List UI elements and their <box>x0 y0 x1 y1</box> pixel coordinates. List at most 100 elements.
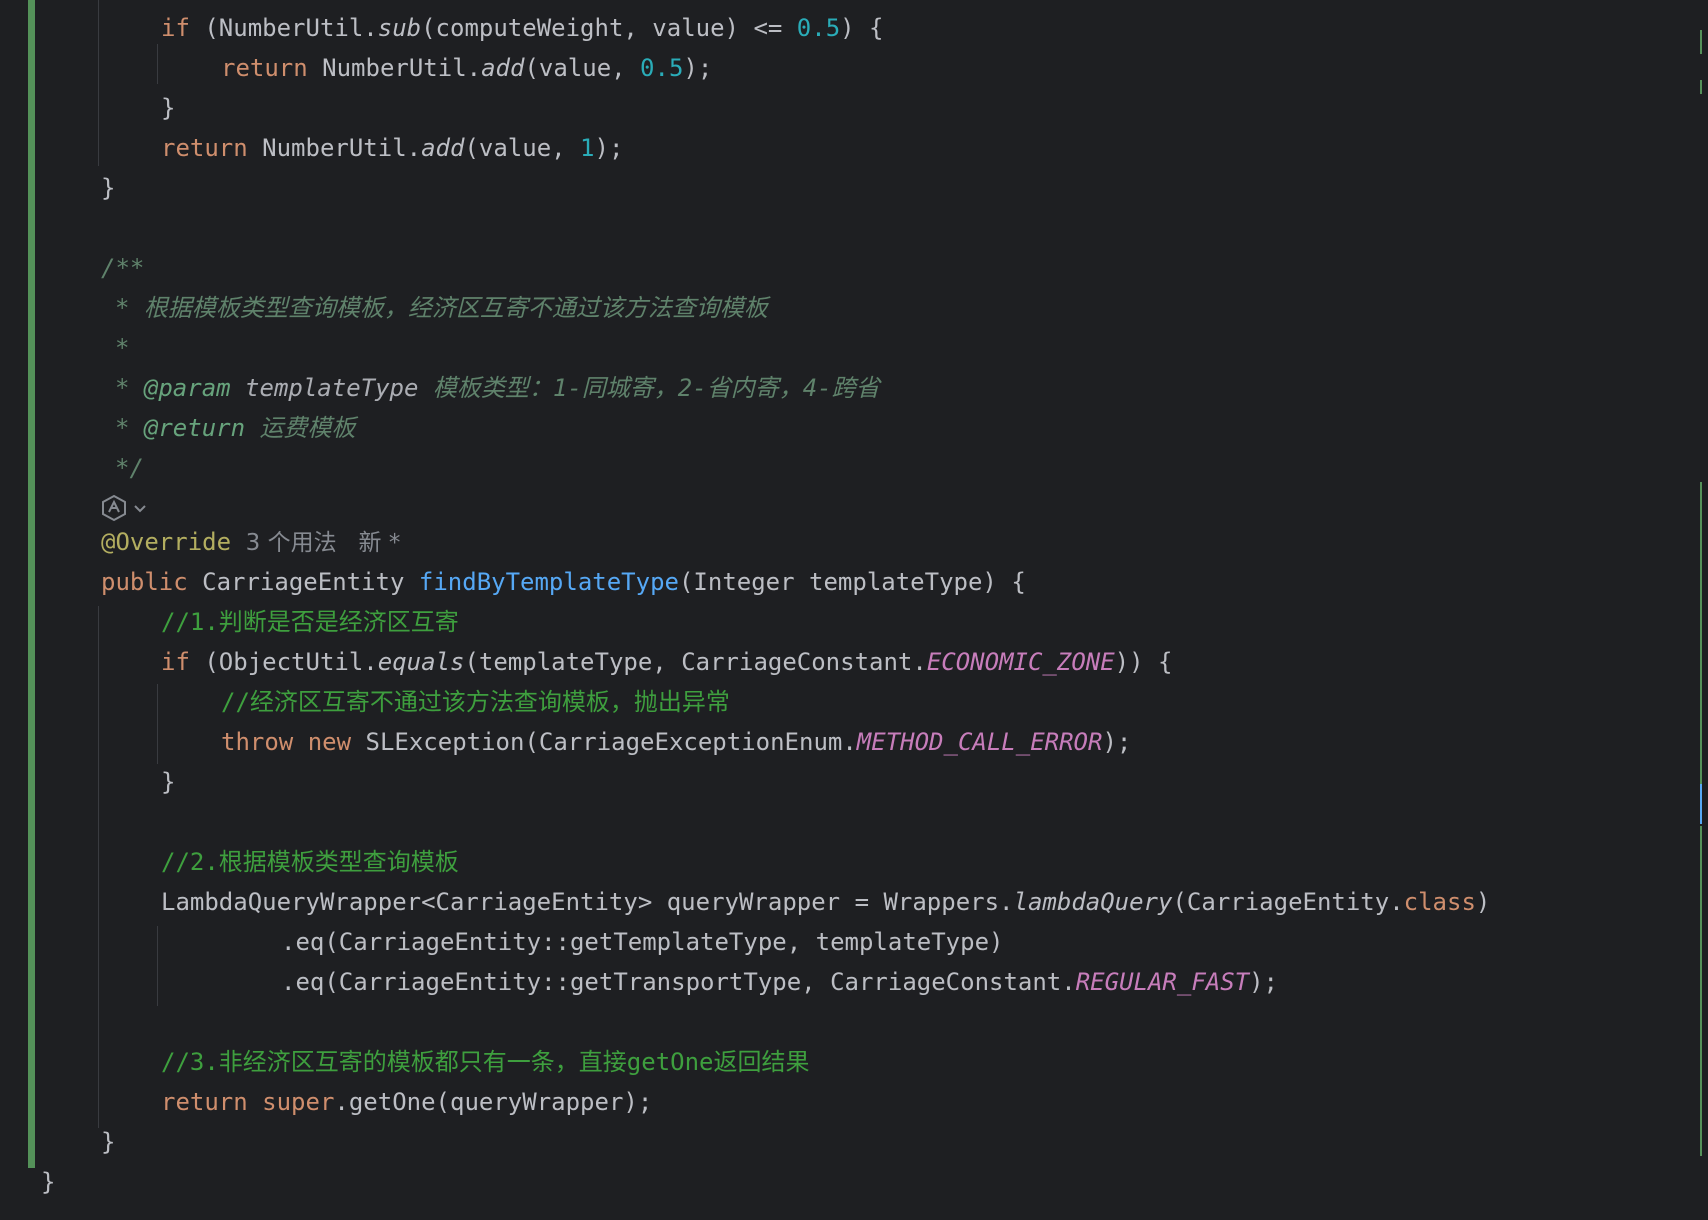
code-token: //2.根据模板类型查询模板 <box>161 848 459 876</box>
code-line[interactable]: LambdaQueryWrapper<CarriageEntity> query… <box>161 882 1490 922</box>
indent-guide <box>157 44 158 84</box>
code-line[interactable]: } <box>101 168 115 208</box>
code-token: class <box>1403 888 1476 916</box>
scrollbar-marker[interactable] <box>1700 482 1702 812</box>
code-line[interactable]: if (ObjectUtil.equals(templateType, Carr… <box>161 642 1172 682</box>
code-line[interactable]: /** <box>101 248 144 288</box>
code-token: (CarriageEntity. <box>1172 888 1404 916</box>
code-line[interactable]: * @return 运费模板 <box>115 408 356 448</box>
code-token: findByTemplateType <box>418 568 679 596</box>
code-token: * <box>115 334 130 362</box>
code-token: (NumberUtil. <box>189 14 378 42</box>
code-token: ECONOMIC_ZONE <box>926 648 1115 676</box>
code-token: ); <box>594 134 624 162</box>
code-token: SLException(CarriageExceptionEnum. <box>351 728 857 756</box>
code-token: LambdaQueryWrapper<CarriageEntity> query… <box>161 888 1014 916</box>
code-token: 1 <box>580 134 595 162</box>
code-line[interactable]: throw new SLException(CarriageExceptionE… <box>221 722 1131 762</box>
code-token: } <box>41 1168 56 1196</box>
indent-guide <box>98 606 99 1128</box>
code-token: * <box>115 374 144 402</box>
code-token: NumberUtil. <box>307 54 482 82</box>
code-token: ) { <box>840 14 884 42</box>
scrollbar-marker[interactable] <box>1700 826 1702 1156</box>
vcs-change-marker[interactable] <box>28 0 35 1168</box>
indent-guide <box>157 926 158 1006</box>
code-token: REGULAR_FAST <box>1075 968 1250 996</box>
code-token: METHOD_CALL_ERROR <box>856 728 1103 756</box>
code-token: * <box>115 414 144 442</box>
code-line[interactable]: return NumberUtil.add(value, 0.5); <box>221 48 712 88</box>
code-token: .eq(CarriageEntity::getTemplateType, tem… <box>281 928 1004 956</box>
code-token: )) { <box>1114 648 1173 676</box>
code-token: return <box>161 1088 248 1116</box>
code-line[interactable]: } <box>101 1122 115 1162</box>
code-token: CarriageEntity <box>187 568 419 596</box>
ai-assistant-icon[interactable] <box>100 494 128 528</box>
code-token: * 根据模板类型查询模板，经济区互寄不通过该方法查询模板 <box>115 294 768 322</box>
ai-assistant-gutter[interactable] <box>100 494 152 522</box>
code-line[interactable]: //3.非经济区互寄的模板都只有一条，直接getOne返回结果 <box>161 1042 810 1082</box>
code-line[interactable]: //1.判断是否是经济区互寄 <box>161 602 459 642</box>
chevron-down-icon[interactable] <box>132 494 148 530</box>
code-line[interactable]: return NumberUtil.add(value, 1); <box>161 128 623 168</box>
code-line[interactable]: //经济区互寄不通过该方法查询模板，抛出异常 <box>221 682 730 722</box>
code-line[interactable]: } <box>41 1162 55 1202</box>
code-line[interactable]: * 根据模板类型查询模板，经济区互寄不通过该方法查询模板 <box>115 288 768 328</box>
code-token: 0.5 <box>640 54 684 82</box>
code-token: throw <box>221 728 294 756</box>
code-token: } <box>161 94 176 122</box>
code-token: equals <box>377 648 465 676</box>
code-token: public <box>101 568 188 596</box>
code-token: @Override <box>101 528 232 556</box>
code-line[interactable]: */ <box>115 448 144 488</box>
usage-inlay-hint[interactable]: 3 个用法 新 * <box>231 530 401 556</box>
code-line[interactable]: if (NumberUtil.sub(computeWeight, value)… <box>161 8 884 48</box>
scrollbar-marker[interactable] <box>1700 784 1702 824</box>
code-token: (computeWeight, value) <= <box>421 14 797 42</box>
code-token: } <box>101 174 116 202</box>
code-token: sub <box>377 14 422 42</box>
code-token: /** <box>101 254 145 282</box>
code-token: (value, <box>524 54 641 82</box>
code-token: if <box>161 14 190 42</box>
code-token: (Integer templateType) { <box>678 568 1026 596</box>
code-line[interactable]: public CarriageEntity findByTemplateType… <box>101 562 1026 602</box>
code-token: .eq(CarriageEntity::getTransportType, Ca… <box>281 968 1076 996</box>
code-line[interactable]: .eq(CarriageEntity::getTemplateType, tem… <box>281 922 1003 962</box>
code-token: (ObjectUtil. <box>189 648 378 676</box>
code-token: */ <box>115 454 144 482</box>
code-token: @return <box>143 414 246 442</box>
code-token: return <box>161 134 248 162</box>
code-line[interactable]: .eq(CarriageEntity::getTransportType, Ca… <box>281 962 1278 1002</box>
code-token: //经济区互寄不通过该方法查询模板，抛出异常 <box>221 688 730 716</box>
code-editor[interactable]: if (NumberUtil.sub(computeWeight, value)… <box>0 0 1708 1220</box>
code-token: add <box>481 54 525 82</box>
code-token: add <box>421 134 465 162</box>
code-line[interactable]: } <box>161 88 175 128</box>
code-token: ); <box>683 54 713 82</box>
code-token: 0.5 <box>796 14 841 42</box>
code-token: if <box>161 648 190 676</box>
code-token: (value, <box>464 134 581 162</box>
code-line[interactable]: return super.getOne(queryWrapper); <box>161 1082 652 1122</box>
code-line[interactable]: * <box>115 328 129 368</box>
code-token: 模板类型：1-同城寄，2-省内寄，4-跨省 <box>418 374 880 402</box>
code-token: (templateType, CarriageConstant. <box>464 648 927 676</box>
code-token: ) <box>1475 888 1491 916</box>
code-token: //3.非经济区互寄的模板都只有一条，直接getOne返回结果 <box>161 1048 810 1076</box>
code-token: lambdaQuery <box>1013 888 1173 916</box>
scrollbar-marker[interactable] <box>1700 30 1702 54</box>
code-line[interactable]: * @param templateType 模板类型：1-同城寄，2-省内寄，4… <box>115 368 880 408</box>
indent-guide <box>157 684 158 764</box>
code-token: @param <box>143 374 231 402</box>
code-token: } <box>161 768 176 796</box>
code-line[interactable]: //2.根据模板类型查询模板 <box>161 842 459 882</box>
indent-guide <box>98 0 99 166</box>
code-token: //1.判断是否是经济区互寄 <box>161 608 459 636</box>
code-token: return <box>221 54 308 82</box>
code-token: ); <box>1102 728 1132 756</box>
code-line[interactable]: } <box>161 762 175 802</box>
scrollbar-marker[interactable] <box>1700 80 1702 94</box>
